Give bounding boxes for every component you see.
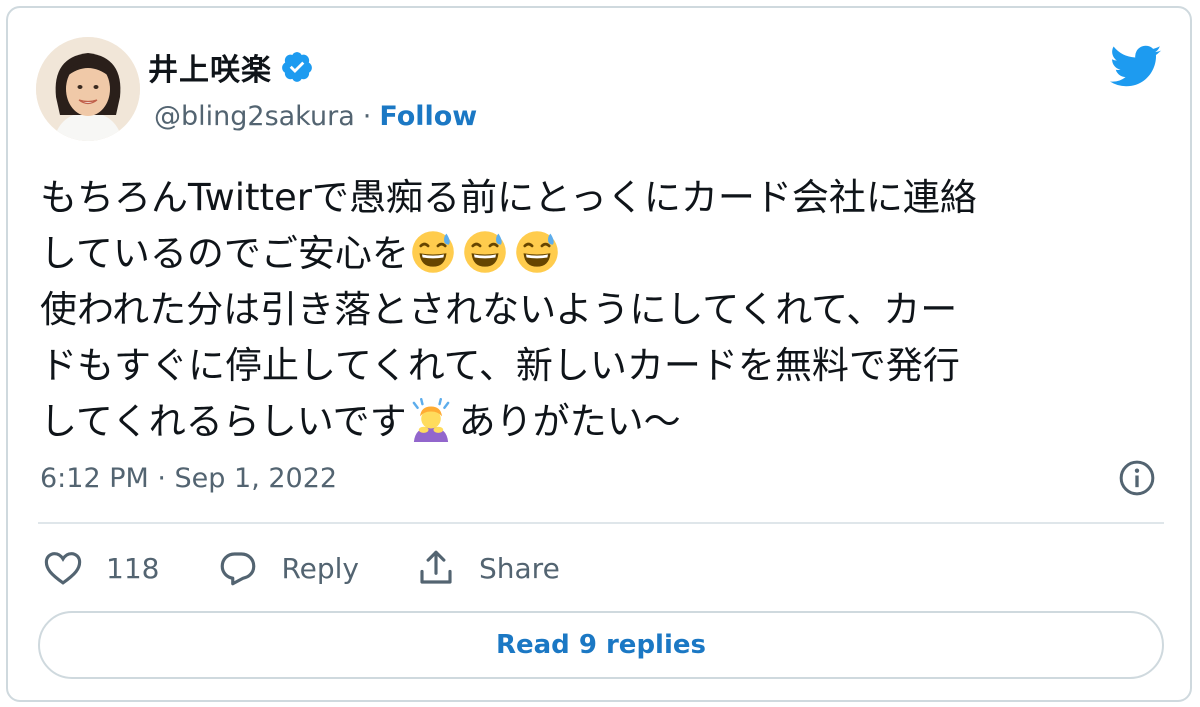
embedded-tweet-card: 井上咲楽 @bling2sakura · Follow もちろんTwitterで…: [6, 6, 1192, 702]
author-handle[interactable]: @bling2sakura: [154, 101, 355, 132]
handle-row: @bling2sakura · Follow: [154, 96, 477, 136]
sweat-smile-emoji-icon: [463, 230, 507, 274]
sweat-smile-emoji-icon: [411, 230, 455, 274]
divider: [38, 522, 1164, 524]
like-button[interactable]: 118: [42, 547, 159, 589]
person-bowing-emoji-icon: [409, 398, 453, 442]
share-label: Share: [479, 551, 560, 585]
author-name-row: 井上咲楽: [148, 46, 314, 88]
tweet-timestamp[interactable]: 6:12 PM · Sep 1, 2022: [40, 459, 337, 499]
tweet-line: 使われた分は引き落とされないようにしてくれて、カー: [40, 288, 958, 331]
read-replies-button[interactable]: Read 9 replies: [38, 611, 1164, 679]
share-button[interactable]: Share: [415, 547, 560, 589]
like-count: 118: [106, 551, 160, 585]
heart-icon: [44, 552, 82, 585]
tweet-line: してくれるらしいです: [40, 400, 407, 443]
reply-icon: [221, 552, 256, 586]
reply-label: Reply: [281, 551, 359, 585]
avatar[interactable]: [36, 37, 140, 141]
tweet-actions: 118 Reply Share: [42, 545, 560, 591]
separator-dot: ·: [362, 100, 372, 132]
follow-button[interactable]: Follow: [379, 101, 477, 132]
info-icon[interactable]: [1117, 458, 1157, 498]
tweet-line: ドもすぐに停止してくれて、新しいカードを無料で発行: [40, 344, 960, 387]
twitter-bird-icon[interactable]: [1110, 45, 1162, 89]
tweet-text: もちろんTwitterで愚痴る前にとっくにカード会社に連絡 しているのでご安心を…: [40, 170, 1160, 450]
author-name[interactable]: 井上咲楽: [148, 45, 272, 89]
reply-button[interactable]: Reply: [217, 547, 359, 589]
tweet-line: もちろんTwitterで愚痴る前にとっくにカード会社に連絡: [40, 176, 977, 219]
avatar-image: [36, 37, 140, 141]
tweet-line: しているのでご安心を: [40, 232, 409, 275]
tweet-line: ありがたい〜: [458, 400, 681, 443]
sweat-smile-emoji-icon: [515, 230, 559, 274]
verified-badge-icon: [282, 52, 312, 82]
share-icon: [420, 550, 452, 584]
